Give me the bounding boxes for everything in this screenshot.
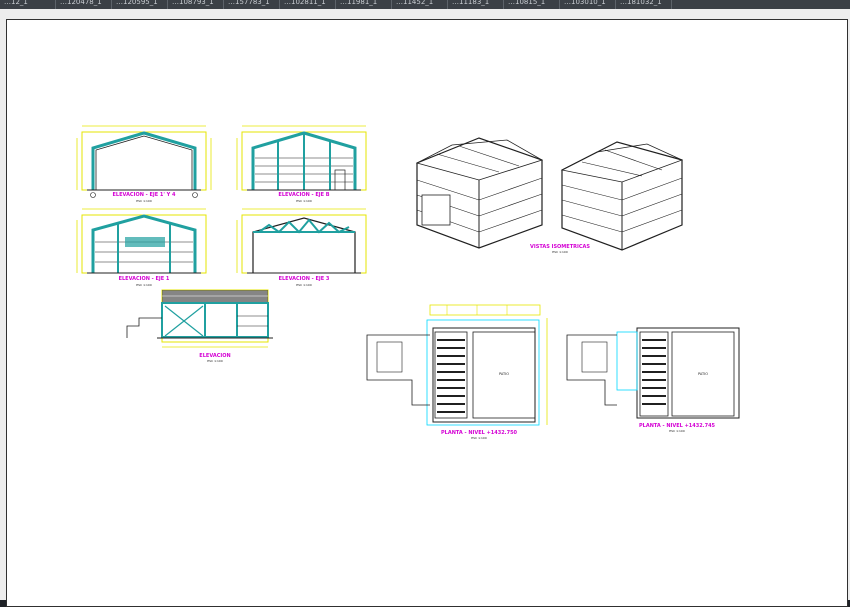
isometric-views[interactable]: VISTAS ISOMETRICAS ESC 1:100: [415, 137, 684, 254]
file-tab[interactable]: …103010_1: [560, 0, 616, 9]
drawing-viewport[interactable]: ELEVACION - EJE 1' Y 4 ESC 1:100 ELEVACI…: [0, 9, 850, 607]
file-tab-bar: …12_1 …120478_1 …120595_1 …108793_1 …157…: [0, 0, 850, 9]
elevation-eje-b[interactable]: ELEVACION - EJE B ESC 1:100: [236, 125, 367, 203]
file-tab[interactable]: …11981_1: [336, 0, 392, 9]
elevation-eje-3[interactable]: ELEVACION - EJE 3 ESC 1:100: [236, 208, 367, 287]
view-title: ELEVACION - EJE 1' Y 4: [113, 192, 176, 198]
elevation-long-side[interactable]: ELEVACION ESC 1:100: [126, 289, 273, 363]
room-label: PATIO: [499, 372, 509, 376]
view-scale: ESC 1:100: [296, 199, 312, 203]
view-scale: ESC 1:100: [136, 199, 152, 203]
file-tab[interactable]: …120478_1: [56, 0, 112, 9]
view-scale: ESC 1:100: [207, 359, 223, 363]
view-scale: ESC 1:100: [296, 283, 312, 287]
view-scale: ESC 1:100: [669, 429, 685, 433]
file-tab[interactable]: …12_1: [0, 0, 56, 9]
file-tab[interactable]: …181032_1: [616, 0, 672, 9]
file-tab[interactable]: …10815_1: [504, 0, 560, 9]
view-title: ELEVACION - EJE 1: [119, 276, 170, 282]
file-tab[interactable]: …102811_1: [280, 0, 336, 9]
layout-sheet[interactable]: ELEVACION - EJE 1' Y 4 ESC 1:100 ELEVACI…: [6, 19, 848, 607]
file-tab[interactable]: …11183_1: [448, 0, 504, 9]
file-tab[interactable]: …157783_1: [224, 0, 280, 9]
plan-nivel-2[interactable]: PATIO PLANTA - NIVEL +1432.745 ESC 1:100: [566, 327, 740, 433]
view-scale: ESC 1:100: [136, 283, 152, 287]
view-title: ELEVACION - EJE 3: [279, 276, 330, 282]
room-label: PATIO: [698, 372, 708, 376]
view-scale: ESC 1:100: [471, 436, 487, 440]
view-scale: ESC 1:100: [552, 250, 568, 254]
file-tab[interactable]: …120595_1: [112, 0, 168, 9]
elevation-eje-1[interactable]: ELEVACION - EJE 1 ESC 1:100: [76, 208, 207, 287]
view-title: ELEVACION - EJE B: [278, 192, 329, 198]
cad-drawing[interactable]: ELEVACION - EJE 1' Y 4 ESC 1:100 ELEVACI…: [7, 20, 847, 606]
file-tab[interactable]: …11452_1: [392, 0, 448, 9]
file-tab[interactable]: …108793_1: [168, 0, 224, 9]
plan-nivel-1[interactable]: PATIO PLANTA - NIVEL +1432.750 ESC 1:100: [366, 304, 548, 440]
elevation-eje-1-4[interactable]: ELEVACION - EJE 1' Y 4 ESC 1:100: [76, 125, 212, 203]
